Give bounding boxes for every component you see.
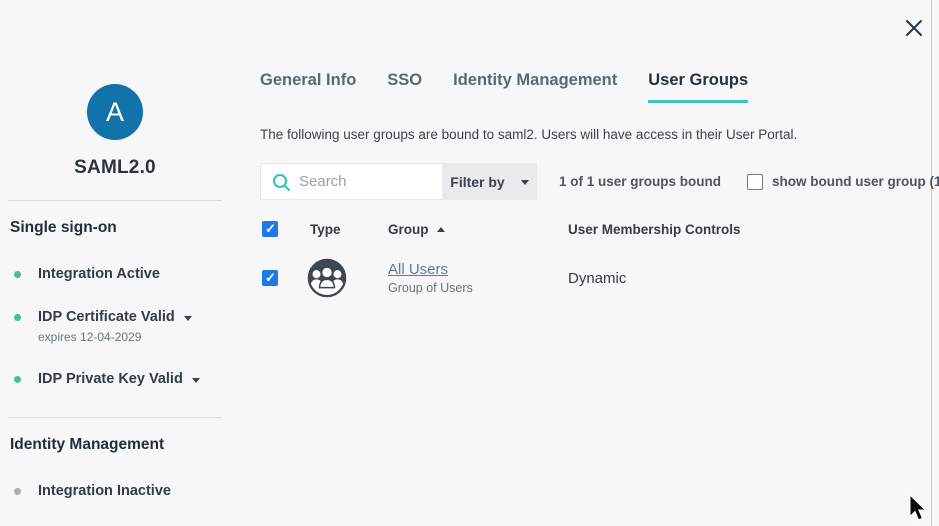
group-subtitle: Group of Users [388,281,568,295]
row-checkbox[interactable] [262,270,278,286]
search-filter-group: Filter by [260,163,537,200]
column-header-membership[interactable]: User Membership Controls [568,222,920,237]
connector-summary-sidebar: A SAML2.0 Single sign-on Integration Act… [0,0,230,526]
bound-count-text: 1 of 1 user groups bound [559,174,721,189]
status-dot-icon [14,271,21,278]
status-idp-certificate[interactable]: IDP Certificate Valid [14,309,230,325]
tab-bar: General Info SSO Identity Management Use… [260,71,920,103]
status-label: IDP Certificate Valid [38,309,175,325]
avatar-letter: A [106,97,124,128]
status-label: Integration Inactive [38,483,171,499]
avatar: A [87,84,143,140]
tab-identity-management[interactable]: Identity Management [453,71,617,100]
column-header-group[interactable]: Group [388,222,568,237]
show-bound-label: show bound user group (1) [772,174,939,189]
connector-title: SAML2.0 [0,157,230,179]
search-box [260,163,442,200]
sso-connector-panel: A SAML2.0 Single sign-on Integration Act… [0,0,939,526]
tab-sso[interactable]: SSO [387,71,422,100]
show-bound-toggle[interactable]: show bound user group (1) [747,174,939,190]
mouse-cursor [909,495,931,526]
status-dot-icon [14,488,21,495]
chevron-down-icon[interactable] [184,316,192,321]
status-label: IDP Private Key Valid [38,371,183,387]
filter-by-button[interactable]: Filter by [442,163,537,200]
group-name-link[interactable]: All Users [388,261,448,278]
column-header-type[interactable]: Type [306,222,388,237]
section-heading-identity-management: Identity Management [10,436,230,454]
user-groups-panel: General Info SSO Identity Management Use… [260,0,920,308]
status-integration-inactive: Integration Inactive [14,483,230,499]
column-header-group-label: Group [388,222,429,237]
row-membership-cell: Dynamic [568,270,920,287]
window-edge-divider [931,0,932,526]
certificate-expiry-text: expires 12-04-2029 [38,330,230,344]
sort-ascending-icon [437,227,445,232]
sidebar-divider [8,200,222,201]
tab-user-groups[interactable]: User Groups [648,71,748,103]
user-group-icon [306,257,348,299]
row-group-cell: All Users Group of Users [388,261,568,295]
sidebar-divider [8,417,222,418]
search-icon [272,173,291,192]
binding-description: The following user groups are bound to s… [260,127,920,142]
select-all-checkbox[interactable] [262,221,278,237]
status-dot-icon [14,376,21,383]
tab-general-info[interactable]: General Info [260,71,356,100]
show-bound-checkbox[interactable] [747,174,763,190]
section-heading-sso: Single sign-on [10,219,230,237]
status-dot-icon [14,314,21,321]
row-select-cell [260,270,306,286]
select-all-cell [260,221,306,237]
chevron-down-icon[interactable] [192,378,200,383]
status-label: Integration Active [38,266,160,282]
table-header-row: Type Group User Membership Controls [260,214,920,244]
filter-by-label: Filter by [450,174,504,190]
table-toolbar: Filter by 1 of 1 user groups bound show … [260,163,920,200]
status-integration-active: Integration Active [14,266,230,282]
chevron-down-icon [521,180,529,185]
status-idp-private-key[interactable]: IDP Private Key Valid [14,371,230,387]
table-row[interactable]: All Users Group of Users Dynamic [260,248,920,308]
row-type-cell [306,257,388,299]
